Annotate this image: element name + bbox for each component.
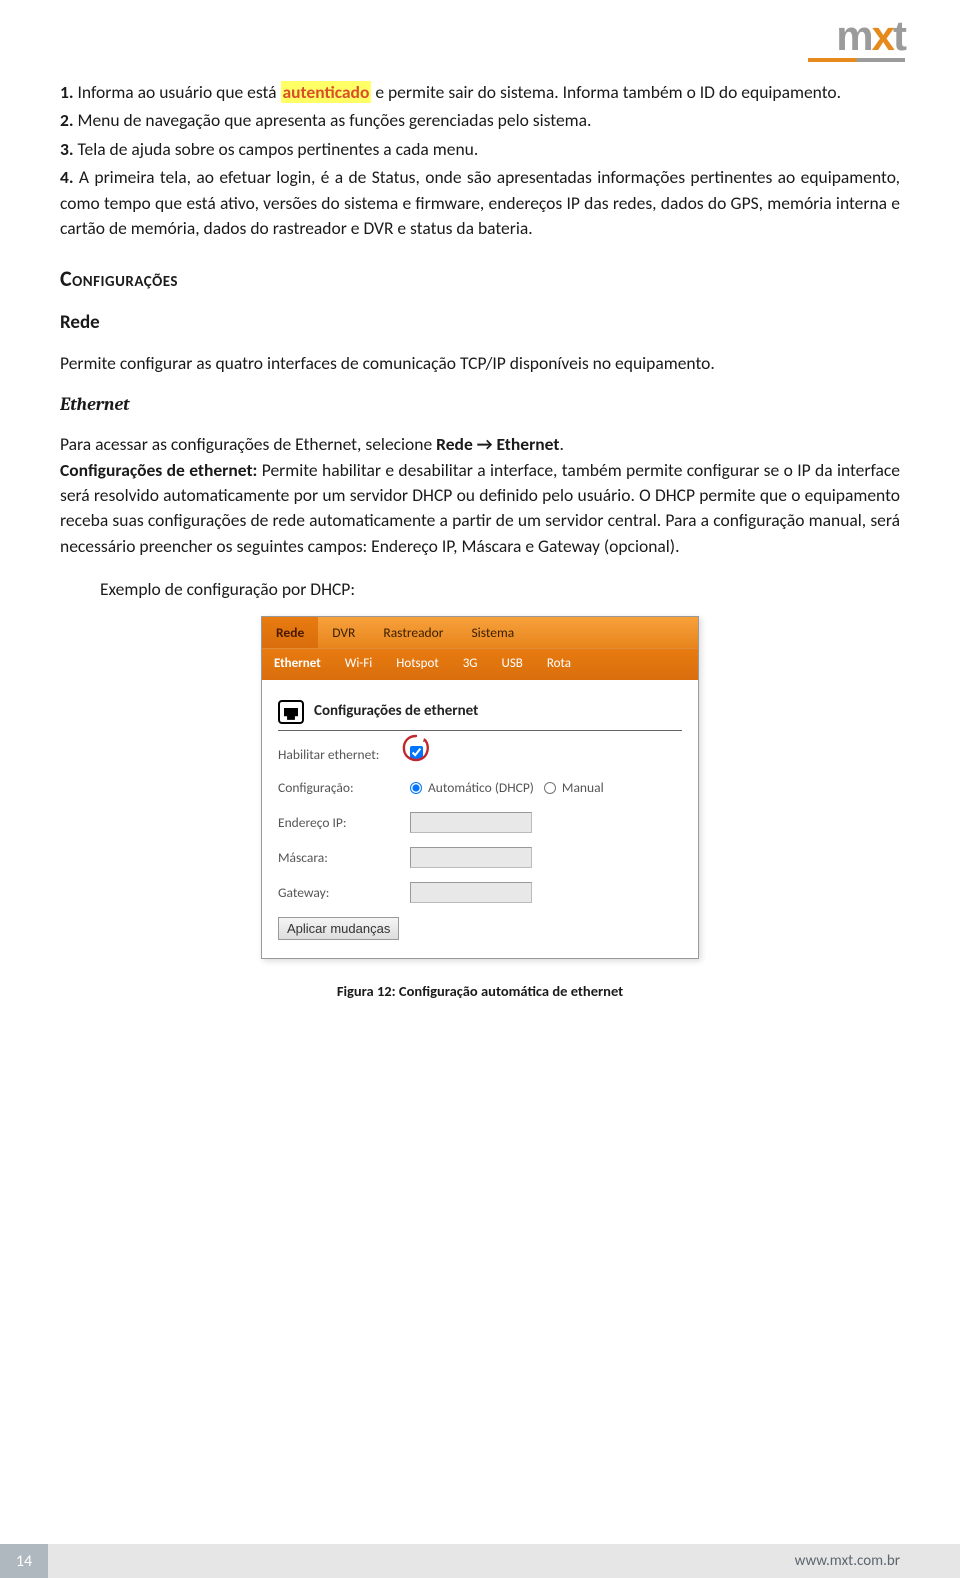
tab-rede[interactable]: Rede <box>262 617 318 648</box>
label-manual: Manual <box>562 778 604 798</box>
input-mascara[interactable] <box>410 847 532 868</box>
figure-caption: Figura 12: Configuração automática de et… <box>60 981 900 1002</box>
checkbox-habilitar-ethernet[interactable] <box>410 746 423 759</box>
label-gateway: Gateway: <box>278 883 410 903</box>
input-gateway[interactable] <box>410 882 532 903</box>
tab-sistema[interactable]: Sistema <box>457 617 528 648</box>
heading-configuracoes: Configurações <box>60 263 900 295</box>
page-footer: 14 www.mxt.com.br <box>0 1544 960 1578</box>
footer-url: www.mxt.com.br <box>795 1552 900 1570</box>
sub-tabs: Ethernet Wi-Fi Hotspot 3G USB Rota <box>262 648 698 680</box>
ethernet-icon <box>278 700 304 724</box>
ethernet-config-screenshot: Rede DVR Rastreador Sistema Ethernet Wi-… <box>261 616 699 959</box>
panel-header: Configurações de ethernet <box>278 700 682 731</box>
tab-rastreador[interactable]: Rastreador <box>369 617 457 648</box>
paragraph-rede-intro: Permite configurar as quatro interfaces … <box>60 351 900 376</box>
page-number: 14 <box>0 1544 48 1578</box>
tab-dvr[interactable]: DVR <box>318 617 369 648</box>
radio-dhcp[interactable] <box>410 782 422 794</box>
numbered-list: 1. Informa ao usuário que está autentica… <box>60 80 900 241</box>
highlight-authenticated: autenticado <box>281 81 372 103</box>
paragraph-ethernet: Para acessar as configurações de Etherne… <box>60 432 900 559</box>
brand-logo: mxt <box>836 12 905 60</box>
input-endereco-ip[interactable] <box>410 812 532 833</box>
label-mascara: Máscara: <box>278 848 410 868</box>
label-configuracao: Configuração: <box>278 778 410 798</box>
subtab-usb[interactable]: USB <box>489 649 534 680</box>
apply-button[interactable]: Aplicar mudanças <box>278 917 399 940</box>
subtab-hotspot[interactable]: Hotspot <box>384 649 450 680</box>
heading-rede: Rede <box>60 309 900 337</box>
subtab-3g[interactable]: 3G <box>451 649 490 680</box>
label-dhcp: Automático (DHCP) <box>428 778 534 798</box>
example-label: Exemplo de configuração por DHCP: <box>100 577 900 602</box>
logo-underline <box>808 58 905 62</box>
label-endereco-ip: Endereço IP: <box>278 813 410 833</box>
main-tabs: Rede DVR Rastreador Sistema <box>262 617 698 648</box>
subtab-wifi[interactable]: Wi-Fi <box>333 649 385 680</box>
label-habilitar: Habilitar ethernet: <box>278 745 410 765</box>
subtab-rota[interactable]: Rota <box>535 649 583 680</box>
radio-manual[interactable] <box>544 782 556 794</box>
heading-ethernet: Ethernet <box>60 392 900 418</box>
subtab-ethernet[interactable]: Ethernet <box>262 649 333 680</box>
